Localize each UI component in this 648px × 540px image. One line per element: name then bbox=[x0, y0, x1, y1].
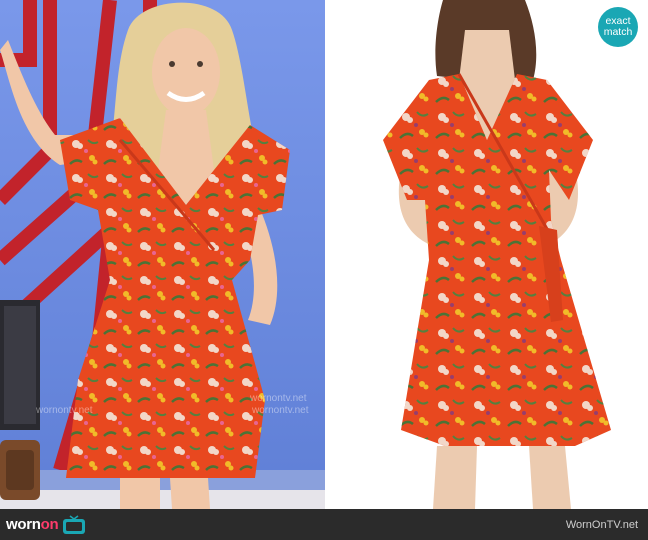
product-photo-illustration bbox=[325, 0, 648, 509]
brand-logo: wornon bbox=[6, 514, 86, 535]
tv-icon bbox=[63, 514, 86, 534]
brand-word-worn: worn bbox=[6, 516, 41, 533]
right-product-photo bbox=[325, 0, 648, 509]
footer-bar: wornon WornOnTV.net bbox=[0, 509, 648, 540]
brand-word-on: on bbox=[40, 516, 59, 533]
exact-match-badge: exact match bbox=[598, 7, 638, 47]
brand-wordmark: wornon bbox=[6, 516, 59, 533]
site-url: WornOnTV.net bbox=[565, 518, 638, 531]
left-host-photo: wornontv.net wornontv.net wornontv.net bbox=[0, 0, 325, 509]
badge-line-2: match bbox=[603, 26, 633, 38]
host-photo-illustration bbox=[0, 0, 325, 509]
